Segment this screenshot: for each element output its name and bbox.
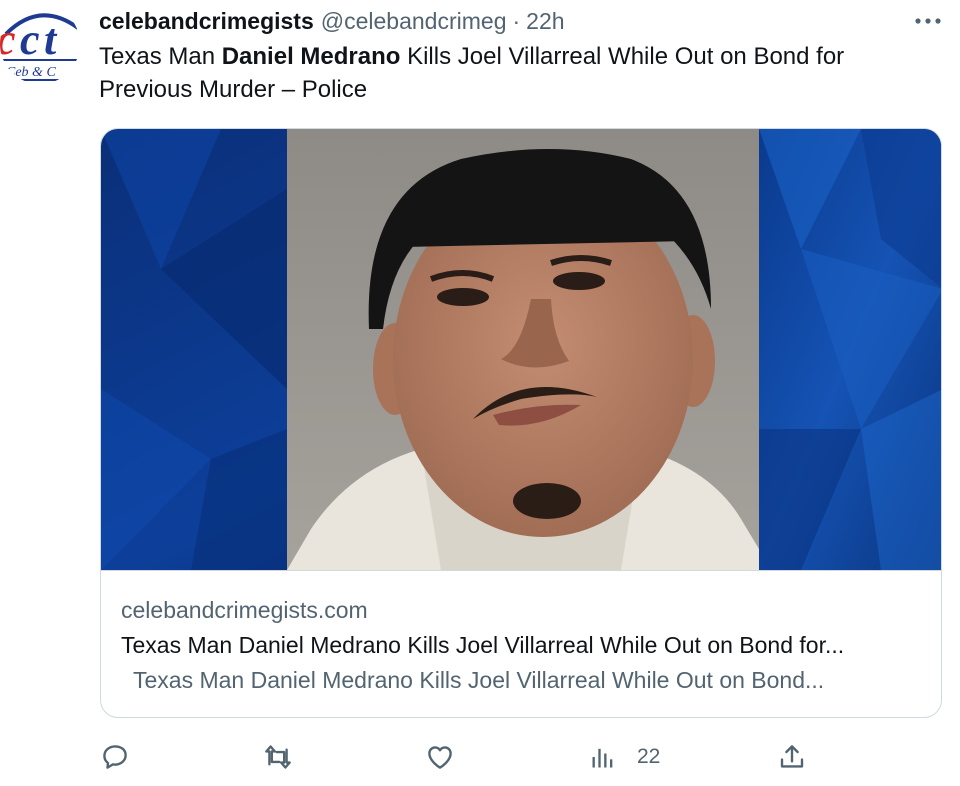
svg-text:c: c — [0, 15, 16, 64]
views-button[interactable]: 22 — [589, 738, 660, 776]
timestamp[interactable]: 22h — [526, 8, 564, 35]
retweet-button[interactable] — [262, 738, 294, 776]
card-domain[interactable]: celebandcrimegists.com — [121, 597, 368, 624]
tweet-text: Texas Man Daniel Medrano Kills Joel Vill… — [99, 43, 845, 103]
share-icon — [780, 745, 804, 768]
reply-icon — [103, 745, 127, 769]
more-dots-icon — [915, 18, 941, 24]
tweet-header: celebandcrimegists @celebandcrimeg · 22h — [99, 6, 565, 36]
analytics-icon — [592, 748, 613, 768]
separator-dot: · — [512, 7, 521, 34]
svg-text:Ceb & C: Ceb & C — [6, 65, 56, 80]
card-image — [101, 129, 941, 570]
tweet-text-bold: Daniel Medrano — [221, 43, 401, 70]
user-handle[interactable]: @celebandcrimeg — [321, 8, 507, 35]
share-button[interactable] — [777, 738, 807, 776]
display-name[interactable]: celebandcrimegists — [99, 8, 314, 35]
more-options-button[interactable] — [910, 6, 946, 36]
avatar[interactable]: c c t Ceb & C — [0, 4, 80, 84]
card-description: Texas Man Daniel Medrano Kills Joel Vill… — [133, 667, 825, 693]
card-title[interactable]: Texas Man Daniel Medrano Kills Joel Vill… — [121, 632, 844, 659]
views-count: 22 — [637, 745, 661, 768]
like-button[interactable] — [425, 738, 455, 776]
svg-text:t: t — [44, 15, 58, 64]
reply-button[interactable] — [100, 738, 130, 776]
heart-icon — [428, 746, 452, 769]
link-card[interactable]: celebandcrimegists.com Texas Man Daniel … — [100, 128, 942, 718]
svg-text:c: c — [20, 15, 40, 64]
retweet-icon — [265, 745, 291, 769]
card-meta: celebandcrimegists.com Texas Man Daniel … — [101, 570, 941, 717]
celebandcrime-logo: c c t Ceb & C — [0, 4, 80, 84]
